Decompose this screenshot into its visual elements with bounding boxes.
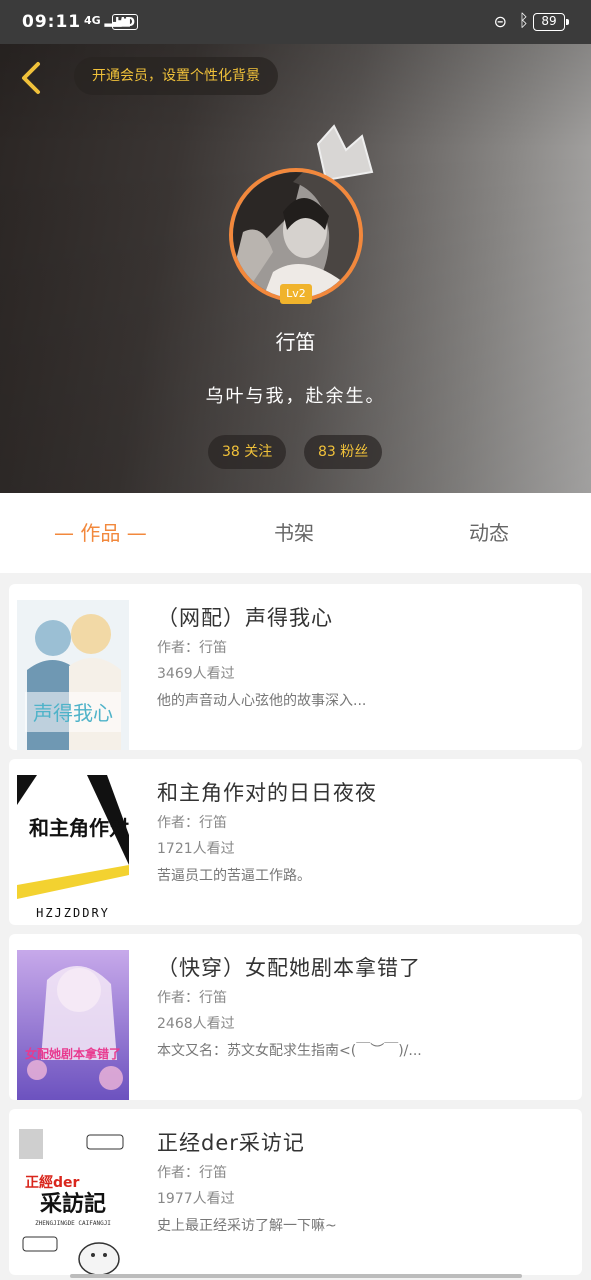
avatar-image	[233, 172, 359, 298]
cover-image: 和主角作对 HZJZDDRY	[17, 775, 129, 925]
avatar[interactable]	[229, 168, 363, 302]
hd-icon: HD	[112, 14, 139, 30]
tab-bookshelf[interactable]: 书架	[274, 517, 314, 546]
book-cover: 和主角作对 HZJZDDRY	[17, 775, 129, 925]
profile-tabs: — 作品 — 书架 动态	[0, 493, 591, 573]
work-description: 史上最正经采访了解一下嘛~	[157, 1218, 337, 1234]
work-views: 3469人看过	[157, 666, 235, 682]
tab-moments[interactable]: 动态	[469, 517, 509, 546]
work-views: 1721人看过	[157, 841, 235, 857]
level-badge: Lv2	[280, 284, 312, 304]
work-title: 和主角作对的日日夜夜	[157, 781, 377, 805]
work-author: 作者：行笛	[157, 1165, 227, 1181]
work-card[interactable]: 和主角作对 HZJZDDRY 和主角作对的日日夜夜 作者：行笛 1721人看过 …	[9, 759, 582, 925]
fans-button[interactable]: 83 粉丝	[304, 435, 383, 469]
cover-title: 声得我心	[33, 701, 113, 725]
work-author: 作者：行笛	[157, 640, 227, 656]
chevron-left-icon	[22, 62, 40, 94]
cover-subtitle: ZHENGJINGDE CAIFANGJI	[35, 1220, 111, 1227]
work-author: 作者：行笛	[157, 815, 227, 831]
work-card[interactable]: 正經der 采訪記 ZHENGJINGDE CAIFANGJI 正经der采访记…	[9, 1109, 582, 1275]
back-button[interactable]	[16, 58, 46, 98]
lock-icon: ⊝	[493, 12, 507, 31]
cover-title: 采訪記	[40, 1191, 106, 1217]
tab-works[interactable]: — 作品 —	[54, 517, 147, 546]
profile-header: 09:11 4G ▂▃▅ HD ⊝ ᛒ 89 开通会员，设置个性化背景 Lv2 …	[0, 0, 591, 493]
status-bar: 09:11 4G ▂▃▅ HD ⊝ ᛒ 89	[0, 0, 591, 44]
book-cover: 女配她剧本拿错了	[17, 950, 129, 1100]
work-title: （网配）声得我心	[157, 606, 333, 630]
network-label: 4G	[84, 14, 101, 27]
cover-title: 女配她剧本拿错了	[25, 1046, 121, 1061]
bluetooth-icon: ᛒ	[518, 11, 529, 31]
cover-image: 声得我心	[17, 600, 129, 750]
work-title: 正经der采访记	[157, 1131, 305, 1155]
battery-icon: 89	[533, 13, 569, 31]
following-button[interactable]: 38 关注	[208, 435, 287, 469]
work-author: 作者：行笛	[157, 990, 227, 1006]
work-views: 2468人看过	[157, 1016, 235, 1032]
book-cover: 正經der 采訪記 ZHENGJINGDE CAIFANGJI	[17, 1125, 129, 1275]
status-time: 09:11	[22, 12, 82, 32]
battery-level: 89	[541, 14, 557, 28]
signature: 乌叶与我，赴余生。	[205, 386, 386, 407]
gesture-nav-bar[interactable]	[70, 1274, 522, 1278]
work-card[interactable]: 女配她剧本拿错了 （快穿）女配她剧本拿错了 作者：行笛 2468人看过 本文又名…	[9, 934, 582, 1100]
username: 行笛	[275, 330, 316, 354]
work-description: 本文又名：苏文女配求生指南<(￣︶￣)/...	[157, 1043, 422, 1059]
cover-badge: 正經der	[25, 1174, 80, 1191]
book-cover: 声得我心	[17, 600, 129, 750]
cover-image: 女配她剧本拿错了	[17, 950, 129, 1100]
work-views: 1977人看过	[157, 1191, 235, 1207]
work-description: 他的声音动人心弦他的故事深入...	[157, 693, 367, 709]
cover-title: 和主角作对	[29, 816, 129, 840]
work-description: 苦逼员工的苦逼工作路。	[157, 868, 311, 884]
vip-banner-button[interactable]: 开通会员，设置个性化背景	[74, 57, 278, 95]
cover-subtitle: HZJZDDRY	[36, 906, 110, 920]
work-card[interactable]: 声得我心 （网配）声得我心 作者：行笛 3469人看过 他的声音动人心弦他的故事…	[9, 584, 582, 750]
cover-image: 正經der 采訪記 ZHENGJINGDE CAIFANGJI	[17, 1125, 129, 1275]
work-title: （快穿）女配她剧本拿错了	[157, 956, 421, 980]
